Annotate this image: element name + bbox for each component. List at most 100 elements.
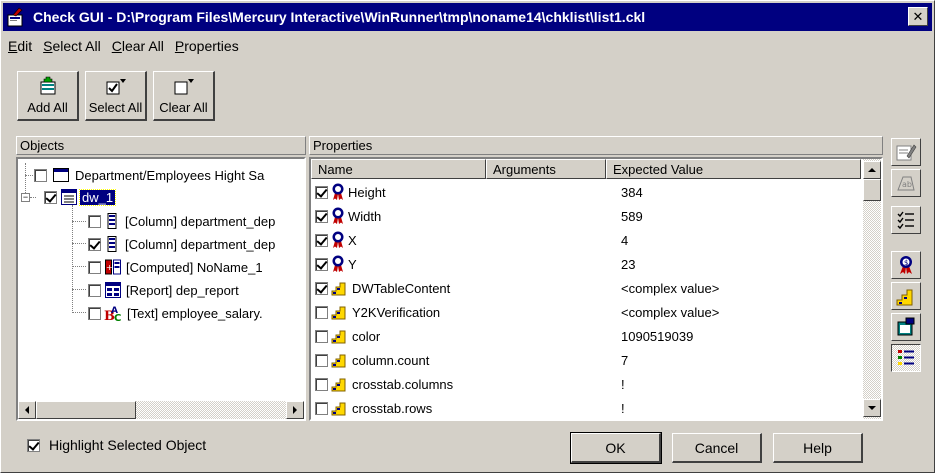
tree-item-report[interactable]: [Report] dep_report [88, 279, 239, 301]
tree-item-column-1[interactable]: [Column] department_dep [88, 210, 275, 232]
checklist-icon [897, 211, 914, 230]
property-checkbox[interactable] [315, 185, 328, 199]
tree-checkbox[interactable] [44, 190, 57, 204]
menu-clear-all[interactable]: Clear All [109, 36, 172, 56]
clear-all-button[interactable]: Clear All [153, 71, 215, 121]
property-expected-value[interactable]: <complex value> [621, 281, 719, 296]
highlight-checkbox[interactable] [27, 438, 40, 452]
cancel-button[interactable]: Cancel [672, 433, 762, 463]
property-checkbox[interactable] [315, 353, 328, 367]
property-checkbox[interactable] [315, 305, 328, 319]
tree-item-window[interactable]: Department/Employees Hight Sa [34, 164, 264, 186]
title-bar[interactable]: Check GUI - D:\Program Files\Mercury Int… [3, 3, 932, 31]
properties-vertical-scrollbar[interactable] [863, 159, 881, 419]
horizontal-scroll-thumb[interactable] [36, 401, 136, 419]
property-checkbox[interactable] [315, 281, 328, 295]
objects-tree[interactable]: − Department/Employees Hight Sa dw_1 [Co… [16, 157, 306, 421]
scroll-down-button[interactable] [863, 399, 881, 417]
menu-properties[interactable]: Properties [172, 36, 247, 56]
show-nonstandard-properties-button[interactable] [891, 282, 921, 310]
tree-item-dw1[interactable]: dw_1 [44, 186, 117, 208]
stairs-icon [331, 352, 349, 368]
property-expected-value[interactable]: 4 [621, 233, 628, 248]
show-standard-properties-button[interactable]: $ [891, 251, 921, 279]
menu-clear-all-label: lear All [121, 38, 164, 54]
tree-item-label: dw_1 [78, 188, 117, 206]
property-name-cell: color [315, 328, 380, 344]
cancel-label: Cancel [694, 439, 739, 456]
properties-grid[interactable]: Name Arguments Expected Value Height 384 W… [309, 157, 883, 421]
property-checkbox[interactable] [315, 377, 328, 391]
scroll-right-button[interactable] [286, 401, 304, 419]
properties-header: Properties [309, 136, 883, 155]
column-header-expected-value[interactable]: Expected Value [606, 159, 861, 179]
help-button[interactable]: Help [773, 433, 863, 463]
scroll-up-button[interactable] [863, 161, 881, 179]
winrunner-app-icon [7, 7, 27, 27]
property-row[interactable]: Y2KVerification <complex value> [311, 300, 856, 324]
select-all-button[interactable]: Select All [85, 71, 147, 121]
tree-checkbox[interactable] [34, 168, 47, 182]
tree-checkbox[interactable] [88, 306, 101, 320]
scroll-left-button[interactable] [18, 401, 36, 419]
list-view-button[interactable] [891, 206, 921, 234]
property-expected-value[interactable]: 1090519039 [621, 329, 693, 344]
property-name: Height [348, 184, 386, 200]
specify-arguments-button[interactable]: ab [891, 169, 921, 197]
show-all-properties-button[interactable] [891, 344, 921, 372]
text-abc-icon: BAC [104, 304, 124, 322]
property-checkbox[interactable] [315, 401, 328, 415]
property-row[interactable]: crosstab.columns! [311, 372, 856, 396]
property-name-cell: crosstab.rows [315, 400, 432, 416]
tree-checkbox[interactable] [88, 214, 101, 228]
tree-item-label: [Text] employee_salary. [127, 305, 263, 321]
property-expected-value[interactable]: 7 [621, 353, 628, 368]
property-row[interactable]: crosstab.rows! [311, 396, 856, 419]
property-expected-value[interactable]: ! [621, 377, 625, 392]
tree-line [72, 243, 86, 244]
tree-item-computed[interactable]: + [Computed] NoName_1 [88, 256, 263, 278]
tree-item-column-2[interactable]: [Column] department_dep [88, 233, 275, 255]
property-row[interactable]: Y 23 [311, 252, 856, 276]
property-row[interactable]: DWTableContent <complex value> [311, 276, 856, 300]
property-name: color [352, 328, 381, 344]
objects-header: Objects [16, 136, 306, 155]
property-name-cell: crosstab.columns [315, 376, 453, 392]
column-icon [106, 236, 118, 252]
objects-horizontal-scrollbar[interactable] [18, 401, 304, 419]
property-row[interactable]: Width 589 [311, 204, 856, 228]
property-checkbox[interactable] [315, 329, 328, 343]
close-button[interactable]: ✕ [908, 7, 928, 26]
tree-item-text[interactable]: BAC [Text] employee_salary. [88, 302, 263, 324]
tree-line [25, 163, 26, 175]
menu-select-all-label: elect All [52, 38, 101, 54]
ribbon-icon [331, 255, 345, 273]
column-header-name[interactable]: Name [311, 159, 486, 179]
property-checkbox[interactable] [315, 233, 328, 247]
property-row[interactable]: X4 [311, 228, 856, 252]
menu-edit[interactable]: Edit [5, 36, 40, 56]
property-expected-value[interactable]: <complex value> [621, 305, 719, 320]
property-row[interactable]: Height 384 [311, 180, 856, 204]
vertical-scroll-thumb[interactable] [863, 179, 881, 201]
collapse-toggle[interactable]: − [21, 193, 30, 202]
menu-select-all[interactable]: Select All [40, 36, 109, 56]
column-header-arguments[interactable]: Arguments [486, 159, 606, 179]
property-expected-value[interactable]: 384 [621, 185, 643, 200]
edit-expected-value-button[interactable] [891, 138, 921, 166]
property-expected-value[interactable]: 23 [621, 257, 635, 272]
tree-checkbox[interactable] [88, 260, 101, 274]
property-checkbox[interactable] [315, 209, 328, 223]
tree-checkbox[interactable] [88, 283, 101, 297]
property-row[interactable]: color 1090519039 [311, 324, 856, 348]
property-expected-value[interactable]: 589 [621, 209, 643, 224]
add-all-button[interactable]: Add All [17, 71, 79, 121]
ok-button[interactable]: OK [570, 432, 662, 464]
show-user-properties-button[interactable] [891, 313, 921, 341]
property-name: crosstab.rows [352, 400, 433, 416]
property-checkbox[interactable] [315, 257, 328, 271]
tree-checkbox[interactable] [88, 237, 101, 251]
highlight-selected-object-option[interactable]: Highlight Selected Object [27, 437, 206, 453]
property-row[interactable]: column.count 7 [311, 348, 856, 372]
property-expected-value[interactable]: ! [621, 401, 625, 416]
